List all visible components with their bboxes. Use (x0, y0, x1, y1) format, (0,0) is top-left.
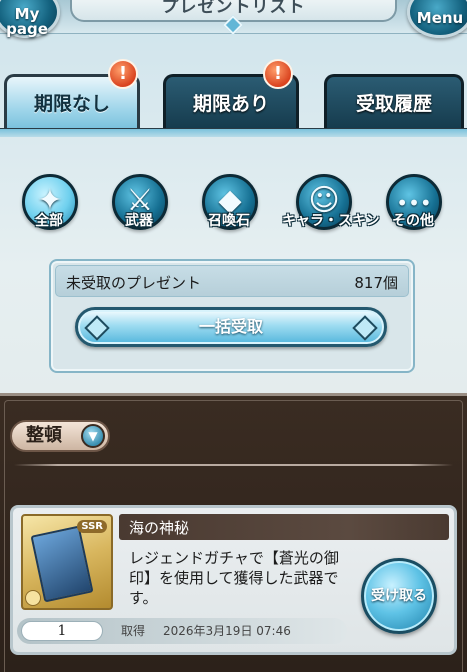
category-label: キャラ・スキン (282, 213, 380, 229)
top-header: プレゼントリスト (0, 0, 467, 35)
weapon-book-icon (30, 525, 94, 603)
item-title-bar: 海の神秘 (119, 514, 449, 540)
tabs-baseline (0, 128, 467, 137)
item-thumbnail[interactable]: SSR (21, 514, 113, 610)
element-icon (25, 590, 41, 606)
menu-label: Menu (416, 9, 464, 27)
tab-label: 受取履歴 (355, 93, 432, 115)
receive-button[interactable]: 受け取る (361, 558, 437, 634)
present-item-card: SSR 海の神秘 レジェンドガチャで【蒼光の御印】を使用して獲得した武器です。 … (10, 505, 457, 655)
item-footer: 1 取得 2026年3月19日 07:46 (17, 618, 347, 644)
item-title: 海の神秘 (129, 519, 190, 537)
item-quantity: 1 (21, 621, 103, 641)
tab-label: 期限あり (192, 93, 269, 115)
category-all-button[interactable]: ✦ 全部 (14, 162, 84, 232)
item-description: レジェンドガチャで【蒼光の御印】を使用して獲得した武器です。 (129, 549, 339, 607)
unreceived-count: 817個 (354, 274, 398, 292)
list-divider (14, 464, 453, 466)
present-list-area: 整頓 ▼ SSR 海の神秘 レジェンドガチャで【蒼光の御印】を使用して獲得した武… (0, 393, 467, 672)
category-summon-button[interactable]: ◆ 召喚石 (194, 162, 264, 232)
category-character-button[interactable]: ☺ キャラ・スキン (282, 162, 380, 232)
sort-button[interactable]: 整頓 ▼ (10, 420, 110, 452)
mypage-button[interactable]: My page (0, 0, 60, 38)
tab-label: 期限なし (33, 93, 110, 115)
tab-no-expiry[interactable]: 期限なし ! (4, 59, 140, 136)
rarity-badge: SSR (77, 520, 107, 533)
sort-label: 整頓 (26, 425, 62, 446)
category-other-button[interactable]: ••• その他 (378, 162, 448, 232)
unreceived-label: 未受取のプレゼント (66, 274, 202, 292)
alert-badge-icon: ! (108, 59, 138, 89)
tab-receive-history[interactable]: 受取履歴 (324, 74, 464, 128)
category-label: 全部 (35, 213, 63, 229)
category-weapon-button[interactable]: ⚔ 武器 (104, 162, 174, 232)
unreceived-summary: 未受取のプレゼント 817個 (55, 265, 409, 297)
mypage-label: My page (0, 7, 57, 37)
tab-with-expiry[interactable]: 期限あり ! (163, 59, 299, 128)
bulk-receive-panel: 未受取のプレゼント 817個 一括受取 (49, 259, 415, 373)
page-title: プレゼントリスト (161, 0, 306, 17)
category-label: 召喚石 (208, 213, 250, 229)
mypage-label-line2: page (6, 20, 48, 38)
bulk-receive-button[interactable]: 一括受取 (75, 307, 387, 347)
acquired-date: 2026年3月19日 07:46 (163, 624, 291, 638)
alert-badge-icon: ! (263, 59, 293, 89)
category-label: 武器 (125, 213, 153, 229)
acquired-label: 取得 (121, 624, 146, 638)
chevron-down-icon: ▼ (81, 424, 105, 448)
category-label: その他 (392, 213, 434, 229)
